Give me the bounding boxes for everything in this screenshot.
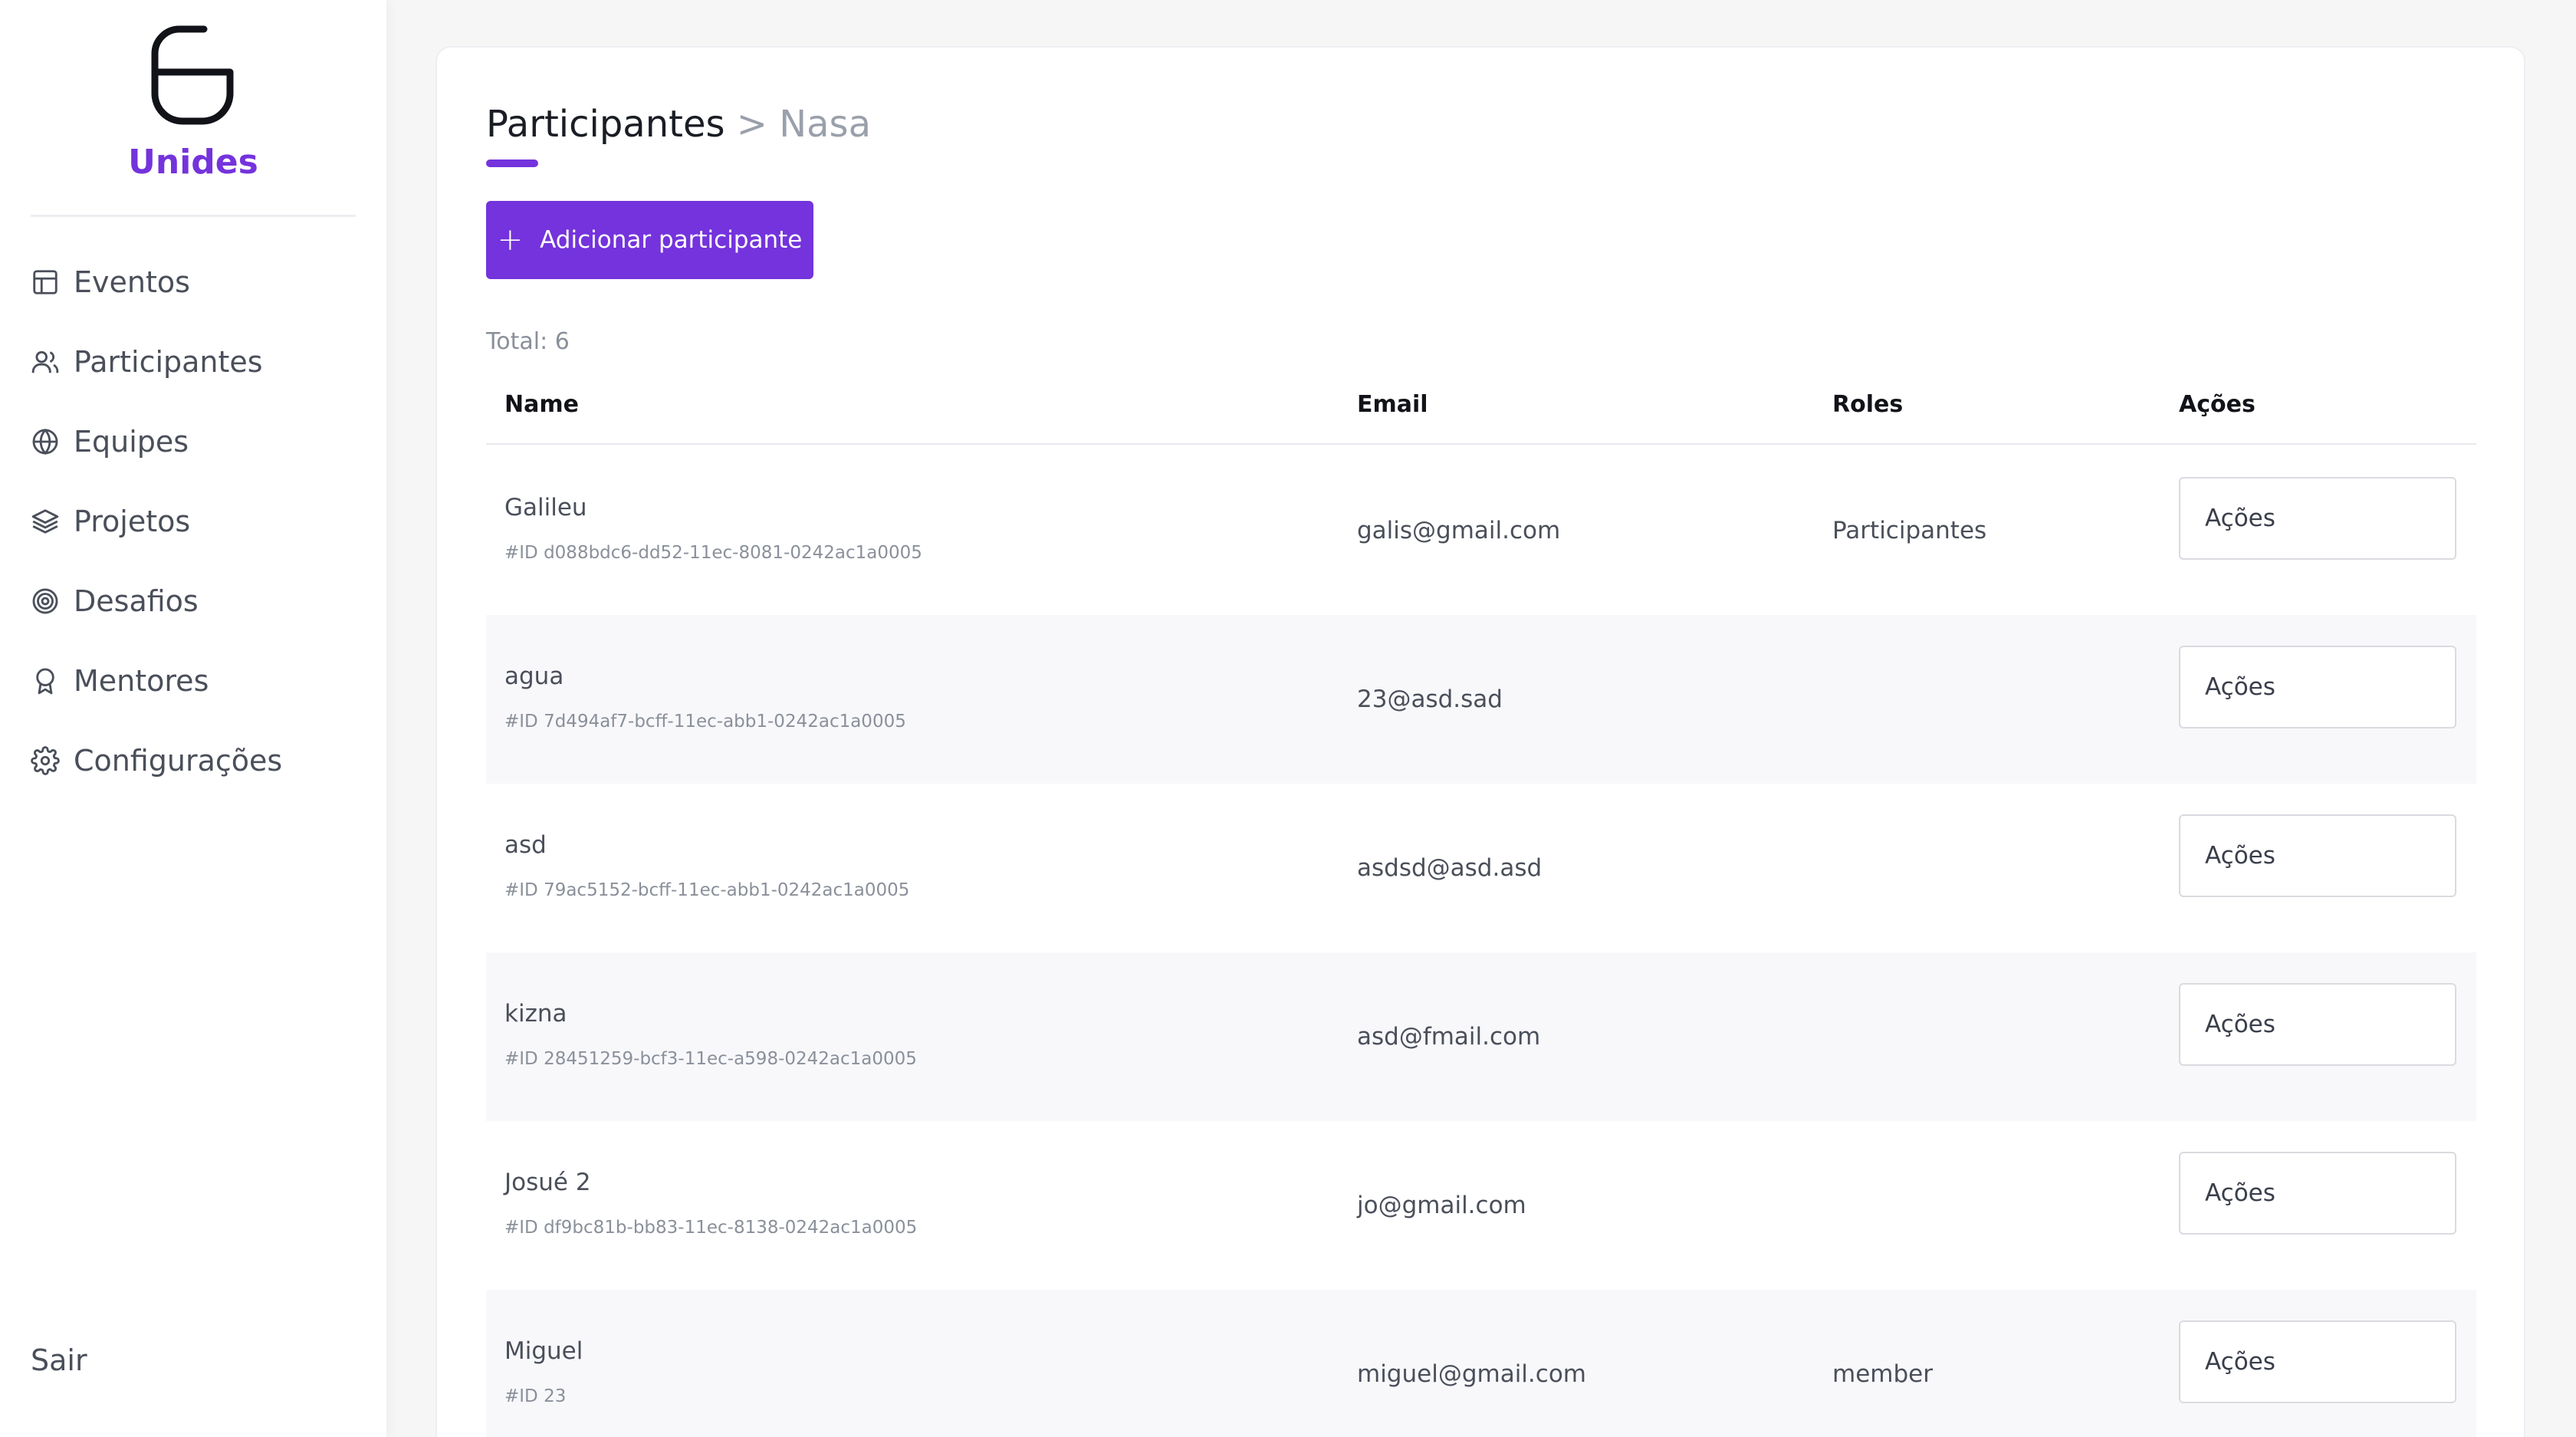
title-underline	[486, 159, 538, 167]
table-row: Galileu #ID d088bdc6-dd52-11ec-8081-0242…	[486, 446, 2476, 615]
actions-button[interactable]: Ações	[2179, 1152, 2456, 1235]
participant-id: #ID 7d494af7-bcff-11ec-abb1-0242ac1a0005	[504, 712, 906, 732]
column-header-name: Name	[504, 391, 579, 418]
participant-name: Josué 2	[504, 1169, 591, 1196]
column-header-roles: Roles	[1832, 391, 1904, 418]
sidebar-nav: Eventos Participantes Equipes Projetos D…	[31, 242, 368, 801]
participant-id: #ID df9bc81b-bb83-11ec-8138-0242ac1a0005	[504, 1218, 918, 1238]
participant-email: galis@gmail.com	[1357, 517, 1561, 544]
participant-name: agua	[504, 663, 564, 690]
plus-icon: +	[497, 222, 524, 258]
participant-name: asd	[504, 831, 547, 859]
award-icon	[36, 668, 54, 695]
participant-email: asdsd@asd.asd	[1357, 854, 1543, 882]
actions-button[interactable]: Ações	[2179, 646, 2456, 728]
brand-name: Unides	[128, 143, 258, 182]
actions-button[interactable]: Ações	[2179, 477, 2456, 560]
sidebar-item-label: Desafios	[74, 584, 199, 618]
layout-icon	[33, 270, 58, 294]
sidebar-item-projetos[interactable]: Projetos	[31, 482, 368, 561]
actions-button[interactable]: Ações	[2179, 814, 2456, 897]
sidebar-item-mentores[interactable]: Mentores	[31, 641, 368, 721]
sidebar-item-label: Projetos	[74, 505, 191, 538]
sidebar-item-label: Equipes	[74, 425, 189, 459]
total-count: Total: 6	[486, 328, 570, 355]
gear-icon	[31, 746, 60, 775]
participant-id: #ID d088bdc6-dd52-11ec-8081-0242ac1a0005	[504, 543, 922, 563]
participant-id: #ID 28451259-bcf3-11ec-a598-0242ac1a0005	[504, 1049, 917, 1069]
sidebar-item-participantes[interactable]: Participantes	[31, 322, 368, 402]
table-row: kizna #ID 28451259-bcf3-11ec-a598-0242ac…	[486, 952, 2476, 1121]
sidebar: Unides Eventos Participantes Equipes Pro…	[0, 0, 386, 1437]
participant-role: Participantes	[1832, 517, 1987, 544]
table-row: Miguel #ID 23 miguel@gmail.com member Aç…	[486, 1290, 2476, 1437]
table-row: Josué 2 #ID df9bc81b-bb83-11ec-8138-0242…	[486, 1121, 2476, 1290]
sidebar-item-label: Mentores	[74, 664, 209, 698]
sidebar-divider	[31, 215, 356, 217]
sidebar-item-label: Eventos	[74, 265, 190, 299]
participant-role: member	[1832, 1360, 1933, 1388]
page-title: Participantes > Nasa	[486, 103, 871, 146]
sidebar-item-equipes[interactable]: Equipes	[31, 402, 368, 482]
add-participant-label: Adicionar participante	[540, 226, 803, 254]
actions-button[interactable]: Ações	[2179, 983, 2456, 1066]
column-header-actions: Ações	[2179, 391, 2256, 418]
participant-name: Galileu	[504, 494, 587, 521]
unides-logo	[151, 25, 234, 125]
page-title-main: Participantes	[486, 103, 725, 146]
table-header: Name Email Roles Ações	[486, 368, 2476, 445]
participant-email: asd@fmail.com	[1357, 1023, 1541, 1051]
table-row: asd #ID 79ac5152-bcff-11ec-abb1-0242ac1a…	[486, 784, 2476, 952]
participant-id: #ID 79ac5152-bcff-11ec-abb1-0242ac1a0005	[504, 880, 910, 900]
column-header-email: Email	[1357, 391, 1428, 418]
participant-name: Miguel	[504, 1337, 583, 1365]
sidebar-item-desafios[interactable]: Desafios	[31, 561, 368, 641]
sidebar-item-eventos[interactable]: Eventos	[31, 242, 368, 322]
globe-icon	[32, 428, 58, 455]
layers-icon	[31, 509, 59, 534]
target-icon	[32, 588, 58, 614]
signout-link[interactable]: Sair	[31, 1343, 87, 1377]
sidebar-item-configuracoes[interactable]: Configurações	[31, 721, 368, 801]
table-row: agua #ID 7d494af7-bcff-11ec-abb1-0242ac1…	[486, 615, 2476, 784]
participant-id: #ID 23	[504, 1386, 567, 1406]
participant-email: jo@gmail.com	[1357, 1192, 1526, 1219]
participant-email: miguel@gmail.com	[1357, 1360, 1586, 1388]
participant-email: 23@asd.sad	[1357, 686, 1503, 713]
page-title-event: Nasa	[779, 103, 871, 146]
actions-button[interactable]: Ações	[2179, 1320, 2456, 1403]
participant-name: kizna	[504, 1000, 567, 1028]
breadcrumb-separator: >	[736, 103, 767, 146]
users-icon	[31, 350, 59, 373]
add-participant-button[interactable]: + Adicionar participante	[486, 201, 813, 279]
sidebar-item-label: Participantes	[74, 345, 263, 379]
sidebar-item-label: Configurações	[74, 744, 283, 778]
